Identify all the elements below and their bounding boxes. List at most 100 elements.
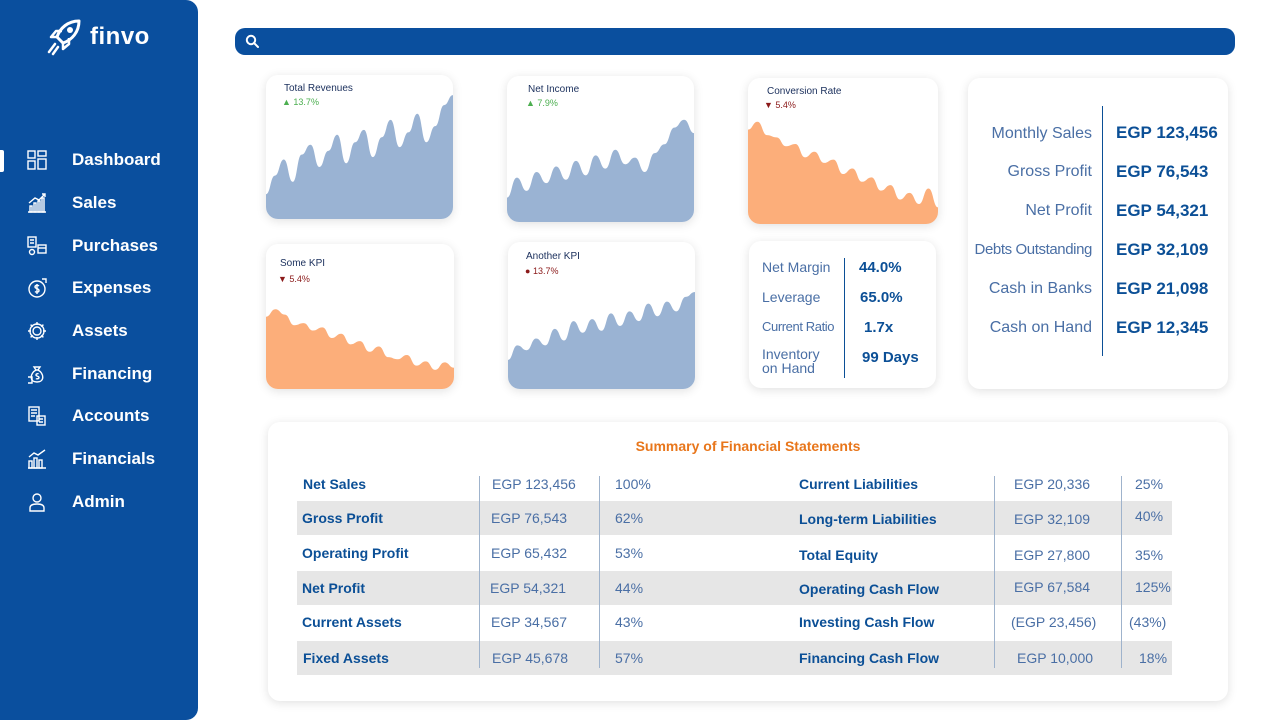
search-bar[interactable] [235,28,1235,55]
ratio-label-net-margin: Net Margin [762,259,831,275]
accounts-ledger-icon [28,406,46,427]
sidebar-item-label: Financing [72,363,153,383]
kpi-card-another-kpi[interactable]: Another KPI ● 13.7% [508,242,695,389]
table-row: Operating Profit EGP 65,432 53% Total Eq… [297,536,1172,570]
row-left-label: Gross Profit [302,510,383,526]
sidebar-item-financing[interactable]: Financing [0,352,198,395]
ratio-label-leverage: Leverage [762,289,821,305]
key-figures-card: Monthly Sales EGP 123,456 Gross Profit E… [968,78,1228,389]
sidebar-item-label: Dashboard [72,150,161,170]
figure-label-gross-profit: Gross Profit [1007,163,1092,180]
sales-chart-icon [28,193,46,213]
sidebar-nav: Dashboard Sales Purchases Expenses Asset… [0,139,198,523]
row-left-value: EGP 45,678 [492,650,569,666]
sidebar-item-label: Admin [72,491,125,511]
area-chart [507,119,694,222]
ratio-label-inventory-on-hand: Inventory on Hand [762,346,820,376]
assets-gear-icon [28,322,46,341]
row-left-value: EGP 65,432 [491,545,568,561]
area-chart [508,291,695,389]
figure-value-monthly-sales: EGP 123,456 [1116,123,1218,142]
figure-value-debts-outstanding: EGP 32,109 [1116,240,1209,259]
sidebar-item-assets[interactable]: Assets [0,310,198,353]
search-icon[interactable] [245,34,259,48]
area-series [266,309,454,389]
sidebar-item-expenses[interactable]: Expenses [0,267,198,310]
key-figures-divider [1102,106,1103,356]
area-chart [266,95,453,219]
sidebar-item-label: Sales [72,193,117,213]
area-series [508,291,695,389]
kpi-card-some-kpi[interactable]: Some KPI ▼ 5.4% [266,244,454,389]
row-right-pct: 25% [1135,476,1164,492]
ratios-divider [844,258,845,378]
sidebar-item-admin[interactable]: Admin [0,481,198,524]
brand[interactable]: finvo [46,18,150,56]
row-right-value: EGP 67,584 [1014,579,1091,595]
area-series [507,119,694,222]
kpi-card-net-income[interactable]: Net Income ▲ 7.9% [507,76,694,222]
ratio-label-current-ratio: Current Ratio [762,319,835,334]
row-right-pct: (43%) [1129,614,1167,630]
area-chart [748,121,938,224]
ratio-value-inventory-on-hand: 99 Days [862,349,919,366]
sidebar: finvo Dashboard Sales Purchases Expenses [0,0,198,720]
ratio-value-net-margin: 44.0% [859,259,902,276]
row-right-label: Operating Cash Flow [799,581,940,597]
row-left-pct: 62% [615,510,644,526]
figure-value-cash-on-hand: EGP 12,345 [1116,318,1209,337]
row-left-label: Fixed Assets [303,650,389,666]
kpi-card-total-revenues[interactable]: Total Revenues ▲ 13.7% [266,75,453,219]
column-divider [599,476,600,668]
row-right-pct: 18% [1139,650,1168,666]
row-left-label: Net Sales [303,476,367,492]
row-left-value: EGP 34,567 [491,614,568,630]
table-row: Gross Profit EGP 76,543 62% Long-term Li… [297,501,1172,535]
row-left-pct: 53% [615,545,644,561]
sidebar-item-label: Accounts [72,406,150,426]
sidebar-item-financials[interactable]: Financials [0,438,198,481]
row-right-label: Total Equity [799,547,879,563]
row-right-value: EGP 32,109 [1014,511,1091,527]
row-right-pct: 35% [1135,547,1164,563]
row-left-label: Operating Profit [302,545,409,561]
row-left-label: Current Assets [302,614,402,630]
row-right-value: (EGP 23,456) [1011,614,1097,630]
financing-money-bag-icon [28,366,44,384]
sidebar-item-accounts[interactable]: Accounts [0,395,198,438]
sidebar-item-sales[interactable]: Sales [0,182,198,225]
kpi-card-conversion-rate[interactable]: Conversion Rate ▼ 5.4% [748,78,938,224]
figure-label-net-profit: Net Profit [1025,202,1092,219]
figure-label-cash-on-hand: Cash on Hand [989,319,1092,336]
sidebar-item-dashboard[interactable]: Dashboard [0,139,198,182]
purchases-icon [27,236,47,255]
sidebar-item-purchases[interactable]: Purchases [0,224,198,267]
row-right-label: Financing Cash Flow [799,650,940,666]
table-row: Fixed Assets EGP 45,678 57% Financing Ca… [297,641,1172,675]
row-right-value: EGP 27,800 [1014,547,1091,563]
row-left-pct: 100% [615,476,651,492]
row-left-label: Net Profit [302,580,365,596]
financials-chart-icon [28,449,46,469]
summary-card: Summary of Financial Statements Net Sale… [268,422,1228,701]
row-right-label: Investing Cash Flow [799,614,935,630]
row-left-value: EGP 123,456 [492,476,576,492]
area-series [266,95,453,219]
search-input[interactable] [267,31,1221,53]
figure-value-net-profit: EGP 54,321 [1116,201,1209,220]
figure-label-cash-in-banks: Cash in Banks [988,280,1092,297]
sidebar-item-label: Financials [72,449,156,469]
sidebar-item-label: Purchases [72,235,158,255]
row-right-value: EGP 10,000 [1017,650,1094,666]
row-left-pct: 43% [615,614,644,630]
row-right-label: Current Liabilities [799,476,919,492]
dashboard-icon [27,150,47,171]
row-left-value: EGP 54,321 [490,580,567,596]
column-divider [1121,476,1122,668]
ratio-value-leverage: 65.0% [860,289,903,306]
expenses-coin-icon [28,278,47,299]
summary-title: Summary of Financial Statements [635,438,861,454]
row-left-value: EGP 76,543 [491,510,568,526]
row-right-label: Long-term Liabilities [799,511,937,527]
row-left-pct: 57% [615,650,644,666]
